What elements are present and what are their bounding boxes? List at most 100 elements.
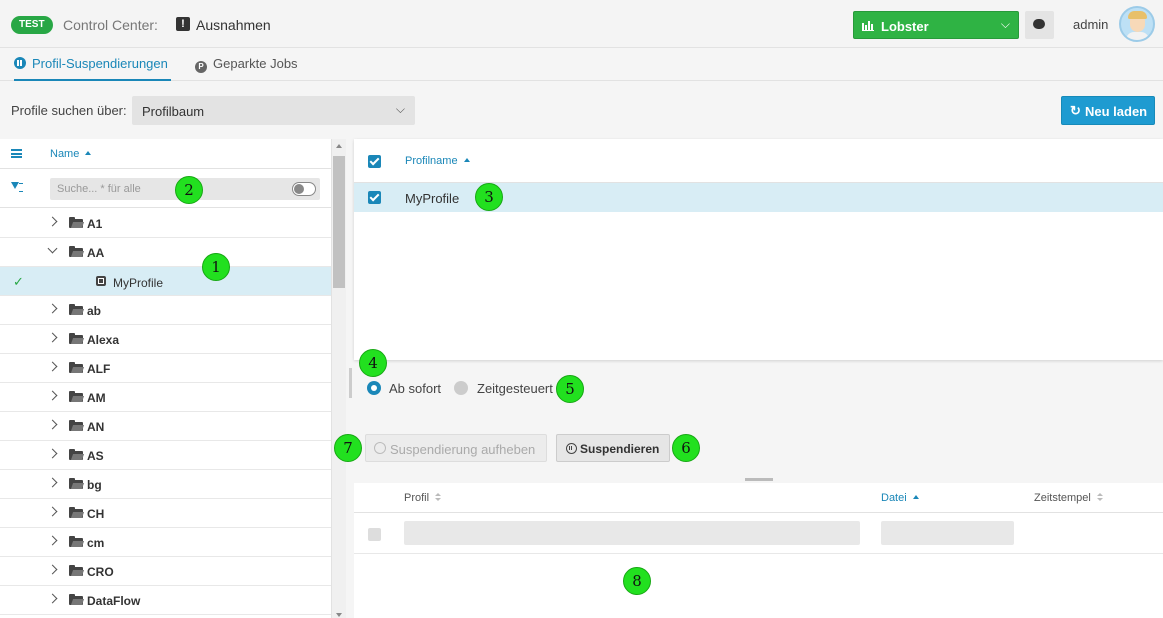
tree-item-label: DataFlow — [87, 594, 141, 608]
avatar[interactable] — [1119, 6, 1155, 42]
annotation-marker-7: 7 — [334, 434, 362, 462]
row-profile-name: MyProfile — [405, 191, 460, 206]
tree-filter-row — [0, 170, 331, 208]
column-datei-header[interactable]: Datei — [881, 492, 919, 504]
tree-folder-an[interactable]: AN — [0, 412, 331, 441]
horizontal-splitter-handle[interactable] — [745, 478, 773, 481]
tab-geparkte-jobs[interactable]: P Geparkte Jobs — [195, 48, 298, 81]
tree-item-label: ab — [87, 304, 102, 318]
tree-item-label: AA — [87, 246, 105, 260]
grid-header: Profil Datei Zeitstempel — [354, 483, 1163, 513]
tree-folder-am[interactable]: AM — [0, 383, 331, 412]
folder-open-icon — [69, 391, 83, 402]
chevron-right-icon[interactable] — [47, 564, 58, 575]
reload-button[interactable]: ↻ Neu laden — [1061, 96, 1155, 125]
user-name[interactable]: admin — [1073, 17, 1108, 32]
tree-folder-cm[interactable]: cm — [0, 528, 331, 557]
chevron-down-icon: ⌵ — [395, 102, 405, 116]
env-badge: TEST — [11, 16, 53, 34]
check-icon: ✓ — [13, 274, 24, 289]
sort-icon — [435, 493, 442, 502]
tree-item-label: CH — [87, 507, 105, 521]
tree-folder-dataflow[interactable]: DataFlow — [0, 586, 331, 615]
chevron-right-icon[interactable] — [47, 593, 58, 604]
filter-icon[interactable] — [11, 182, 23, 192]
tree-folder-as[interactable]: AS — [0, 441, 331, 470]
tree-folder-a1[interactable]: A1 — [0, 209, 331, 238]
chat-button[interactable] — [1025, 11, 1054, 39]
search-toggle[interactable] — [292, 182, 316, 196]
chevron-right-icon[interactable] — [47, 332, 58, 343]
tree-folder-bg[interactable]: bg — [0, 470, 331, 499]
folder-open-icon — [69, 594, 83, 605]
folder-open-icon — [69, 420, 83, 431]
suspend-button[interactable]: Suspendieren — [556, 434, 670, 462]
tree-item-label: Alexa — [87, 333, 120, 347]
selected-profiles-grid: Profilname MyProfile — [354, 139, 1163, 360]
tree-profile-myprofile[interactable]: ✓ MyProfile — [0, 267, 331, 296]
radio-zeitgesteuert[interactable] — [454, 381, 468, 395]
vertical-splitter-handle[interactable] — [349, 368, 352, 398]
row-checkbox[interactable] — [368, 191, 381, 204]
sort-icon — [1096, 493, 1104, 502]
chevron-right-icon[interactable] — [47, 303, 58, 314]
tree-header: Name — [0, 139, 331, 169]
tree-folder-aa[interactable]: AA — [0, 238, 331, 267]
tree-folder-cro[interactable]: CRO — [0, 557, 331, 586]
tree-item-label: AN — [87, 420, 105, 434]
tree-item-label: cm — [87, 536, 105, 550]
unsuspend-label: Suspendierung aufheben — [390, 442, 536, 457]
column-profilname-header[interactable]: Profilname — [405, 155, 470, 167]
chevron-right-icon[interactable] — [47, 506, 58, 517]
chevron-right-icon[interactable] — [47, 419, 58, 430]
chevron-down-icon: ⌵ — [1000, 17, 1010, 31]
chevron-right-icon[interactable] — [47, 535, 58, 546]
chevron-right-icon[interactable] — [47, 448, 58, 459]
column-zeitstempel-header[interactable]: Zeitstempel — [1034, 492, 1104, 504]
unsuspend-button[interactable]: Suspendierung aufheben — [365, 434, 547, 462]
tree-item-label: ALF — [87, 362, 111, 376]
select-all-checkbox[interactable] — [368, 155, 381, 168]
column-name-header[interactable]: Name — [50, 148, 92, 160]
annotation-marker-2: 2 — [175, 176, 203, 204]
tree-scrollbar[interactable] — [332, 139, 346, 618]
tree-folder-alexa[interactable]: Alexa — [0, 325, 331, 354]
radio-zeitgesteuert-label[interactable]: Zeitgesteuert — [477, 381, 553, 396]
suspend-label: Suspendieren — [580, 442, 660, 456]
tree-folder-ch[interactable]: CH — [0, 499, 331, 528]
check-circle-icon — [374, 442, 386, 454]
radio-ab-sofort[interactable] — [367, 381, 381, 395]
reload-label: Neu laden — [1085, 104, 1148, 119]
refresh-icon: ↻ — [1070, 103, 1081, 118]
folder-open-icon — [69, 507, 83, 518]
sort-asc-icon — [85, 151, 92, 155]
tree-folder-ab[interactable]: ab — [0, 296, 331, 325]
tab-label: Geparkte Jobs — [213, 56, 298, 71]
menu-icon[interactable] — [11, 149, 22, 158]
column-profil-header[interactable]: Profil — [404, 492, 442, 504]
search-mode-select[interactable]: Profilbaum ⌵ — [132, 96, 415, 125]
tree-list: A1 AA ✓ MyProfile ab Alexa ALF AM AN AS … — [0, 209, 331, 615]
folder-open-icon — [69, 333, 83, 344]
scroll-down-icon[interactable] — [336, 613, 342, 617]
folder-open-icon — [69, 536, 83, 547]
chevron-right-icon[interactable] — [47, 390, 58, 401]
loading-placeholder — [404, 521, 860, 545]
top-header: TEST Control Center: ! Ausnahmen Lobster… — [0, 0, 1163, 48]
chevron-right-icon[interactable] — [47, 216, 58, 227]
tree-folder-alf[interactable]: ALF — [0, 354, 331, 383]
scroll-thumb[interactable] — [333, 156, 345, 288]
tree-item-label: CRO — [87, 565, 114, 579]
scroll-up-icon[interactable] — [336, 144, 342, 148]
tab-profil-suspendierungen[interactable]: Profil-Suspendierungen — [14, 48, 171, 81]
instance-select[interactable]: Lobster ⌵ — [853, 11, 1019, 39]
tab-label: Profil-Suspendierungen — [32, 56, 168, 71]
parking-icon: P — [195, 61, 207, 73]
profile-tree: Name A1 AA ✓ MyProfile ab Ale — [0, 139, 332, 618]
chevron-down-icon[interactable] — [47, 243, 58, 254]
sort-asc-icon — [912, 495, 919, 499]
radio-ab-sofort-label[interactable]: Ab sofort — [389, 381, 441, 396]
row-checkbox[interactable] — [368, 528, 381, 541]
chevron-right-icon[interactable] — [47, 361, 58, 372]
chevron-right-icon[interactable] — [47, 477, 58, 488]
